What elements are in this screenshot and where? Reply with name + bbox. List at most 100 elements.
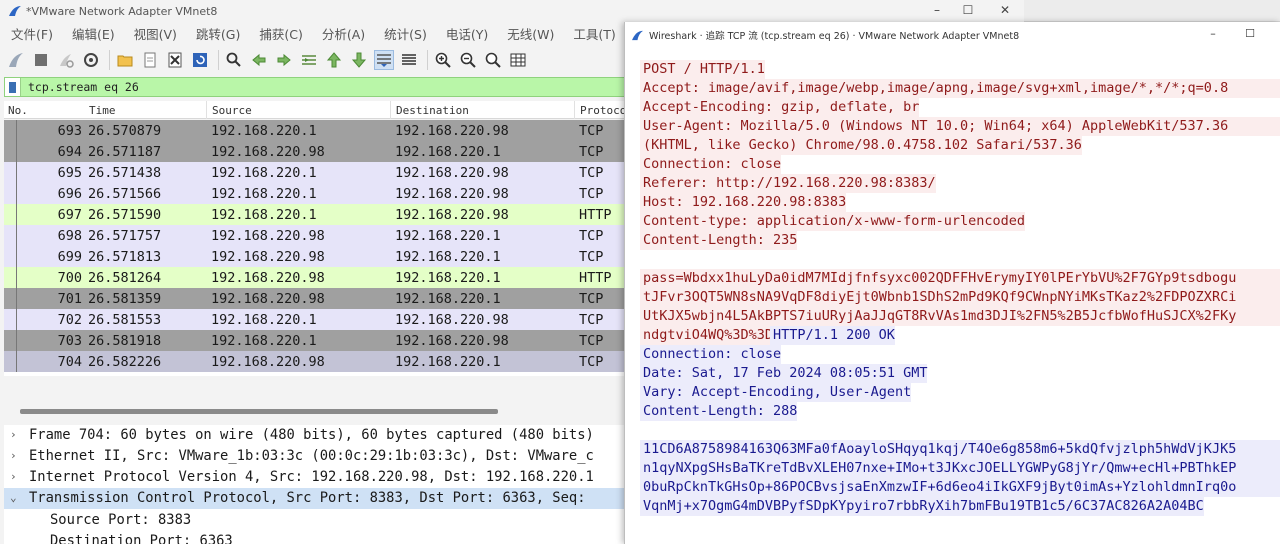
column-header-time[interactable]: Time — [89, 104, 116, 117]
packet-row-selected[interactable]: 704 26.582226 192.168.220.98 192.168.220.1 T… — [4, 351, 640, 372]
menu-edit[interactable]: 编辑(E) — [61, 24, 123, 43]
packet-no: 703 — [57, 333, 82, 349]
packet-no: 698 — [57, 228, 82, 244]
detail-row-destination-port[interactable]: Destination Port: 6363 — [4, 531, 640, 544]
minimize-button[interactable]: – — [922, 0, 952, 22]
zoom-in-button[interactable] — [433, 50, 453, 70]
resize-columns-button[interactable] — [508, 50, 528, 70]
detail-row-tcp[interactable]: ⌄ Transmission Control Protocol, Src Port… — [4, 488, 640, 509]
expand-arrow-icon[interactable]: › — [10, 449, 17, 462]
packet-time: 26.570879 — [88, 123, 162, 139]
packet-time: 26.571566 — [88, 186, 162, 202]
stream-minimize-button[interactable]: – — [1203, 25, 1223, 43]
detail-text: Source Port: 8383 — [50, 512, 192, 528]
stream-line: Content-Length: 288 — [640, 402, 798, 421]
packet-row[interactable]: 700 26.581264 192.168.220.98 192.168.220.1 H… — [4, 267, 640, 288]
packet-row[interactable]: 698 26.571757 192.168.220.98 192.168.220.1 T… — [4, 225, 640, 246]
packet-row[interactable]: 703 26.581918 192.168.220.1 192.168.220.98 T… — [4, 330, 640, 351]
packet-no: 704 — [57, 354, 82, 370]
collapse-arrow-icon[interactable]: ⌄ — [10, 491, 17, 504]
go-to-packet-button[interactable] — [299, 50, 319, 70]
menu-wireless[interactable]: 无线(W) — [496, 24, 562, 43]
search-icon — [226, 52, 241, 67]
reload-file-button[interactable] — [190, 50, 210, 70]
zoom-out-button[interactable] — [458, 50, 478, 70]
colorize-button[interactable] — [399, 50, 419, 70]
close-file-button[interactable] — [165, 50, 185, 70]
go-last-button[interactable] — [349, 50, 369, 70]
menu-analyze[interactable]: 分析(A) — [311, 24, 373, 43]
menu-tools[interactable]: 工具(T) — [562, 24, 623, 43]
detail-row-source-port[interactable]: Source Port: 8383 — [4, 510, 640, 531]
restart-capture-button[interactable] — [56, 50, 76, 70]
packet-row[interactable]: 696 26.571566 192.168.220.1 192.168.220.98 T… — [4, 183, 640, 204]
maximize-button[interactable]: ☐ — [953, 0, 983, 22]
expand-arrow-icon[interactable]: › — [10, 470, 17, 483]
packet-source: 192.168.220.1 — [211, 123, 317, 139]
packet-list-hscrollbar[interactable] — [4, 405, 640, 417]
expand-arrow-icon[interactable]: › — [10, 428, 17, 441]
packet-time: 26.571187 — [88, 144, 162, 160]
stream-line: 11CD6A8758984163Q63MFa0fAoayloSHqyq1kqj/… — [640, 440, 1280, 459]
capture-options-button[interactable] — [81, 50, 101, 70]
stream-line: Accept: image/avif,image/webp,image/apng… — [640, 79, 1280, 98]
menu-file[interactable]: 文件(F) — [0, 24, 61, 43]
auto-scroll-icon — [377, 54, 391, 67]
menu-go[interactable]: 跳转(G) — [185, 24, 248, 43]
column-header-protocol[interactable]: Protoco — [580, 104, 626, 117]
packet-row[interactable]: 693 26.570879 192.168.220.1 192.168.220.98 T… — [4, 120, 640, 141]
stream-content[interactable]: POST / HTTP/1.1 Accept: image/avif,image… — [640, 60, 1280, 544]
stream-line: Connection: close — [640, 345, 782, 364]
menu-telephony[interactable]: 电话(Y) — [435, 24, 496, 43]
stream-line: pass=Wbdxx1huLyDa0idM7MIdjfnfsyxc002QDFF… — [640, 269, 1280, 288]
auto-scroll-button[interactable] — [374, 50, 394, 70]
arrow-left-icon — [252, 53, 266, 67]
packet-row[interactable]: 695 26.571438 192.168.220.1 192.168.220.98 T… — [4, 162, 640, 183]
close-file-icon — [168, 52, 182, 68]
stream-line: User-Agent: Mozilla/5.0 (Windows NT 10.0… — [640, 117, 1280, 136]
menu-view[interactable]: 视图(V) — [123, 24, 185, 43]
start-capture-button[interactable] — [6, 50, 26, 70]
packet-row[interactable]: 697 26.571590 192.168.220.1 192.168.220.98 H… — [4, 204, 640, 225]
packet-destination: 192.168.220.1 — [395, 228, 501, 244]
packet-protocol: TCP — [579, 165, 604, 181]
go-back-button[interactable] — [249, 50, 269, 70]
filter-bookmark-button[interactable] — [5, 78, 21, 96]
go-first-button[interactable] — [324, 50, 344, 70]
go-forward-button[interactable] — [274, 50, 294, 70]
background-window-strip — [1024, 0, 1280, 22]
arrow-up-icon — [326, 52, 342, 68]
stop-capture-button[interactable] — [31, 50, 51, 70]
detail-row-ip[interactable]: › Internet Protocol Version 4, Src: 192.1… — [4, 467, 640, 488]
menu-capture[interactable]: 捕获(C) — [248, 24, 310, 43]
scrollbar-thumb[interactable] — [20, 409, 498, 414]
toolbar-separator — [427, 50, 428, 70]
column-header-source[interactable]: Source — [212, 104, 252, 117]
stop-square-icon — [35, 54, 47, 66]
packet-protocol: HTTP — [579, 207, 612, 223]
packet-row[interactable]: 694 26.571187 192.168.220.98 192.168.220.1 T… — [4, 141, 640, 162]
save-file-button[interactable] — [140, 50, 160, 70]
column-header-destination[interactable]: Destination — [396, 104, 469, 117]
find-packet-button[interactable] — [224, 50, 244, 70]
stream-line-response-status: HTTP/1.1 200 OK — [770, 326, 895, 345]
menu-statistics[interactable]: 统计(S) — [373, 24, 435, 43]
packet-protocol: TCP — [579, 354, 604, 370]
packet-protocol: TCP — [579, 312, 604, 328]
packet-row[interactable]: 699 26.571813 192.168.220.98 192.168.220.1 T… — [4, 246, 640, 267]
close-button[interactable]: ✕ — [990, 0, 1020, 22]
column-header-no[interactable]: No. — [8, 104, 28, 117]
display-filter-input[interactable] — [21, 80, 621, 94]
packet-row[interactable]: 702 26.581553 192.168.220.1 192.168.220.98 T… — [4, 309, 640, 330]
packet-destination: 192.168.220.98 — [395, 186, 509, 202]
stream-maximize-button[interactable]: ☐ — [1240, 25, 1260, 43]
stream-line: tJFvr3OQT5WN8sNA9VqDF8diyEjt0Wbnb1SDhS2m… — [640, 288, 1280, 307]
detail-row-ethernet[interactable]: › Ethernet II, Src: VMware_1b:03:3c (00:0… — [4, 446, 640, 467]
open-file-button[interactable] — [115, 50, 135, 70]
normal-size-button[interactable] — [483, 50, 503, 70]
stream-line: Accept-Encoding: gzip, deflate, br — [640, 98, 920, 117]
arrow-down-icon — [351, 52, 367, 68]
packet-destination: 192.168.220.98 — [395, 207, 509, 223]
packet-row[interactable]: 701 26.581359 192.168.220.98 192.168.220.1 T… — [4, 288, 640, 309]
detail-row-frame[interactable]: › Frame 704: 60 bytes on wire (480 bits),… — [4, 425, 640, 446]
